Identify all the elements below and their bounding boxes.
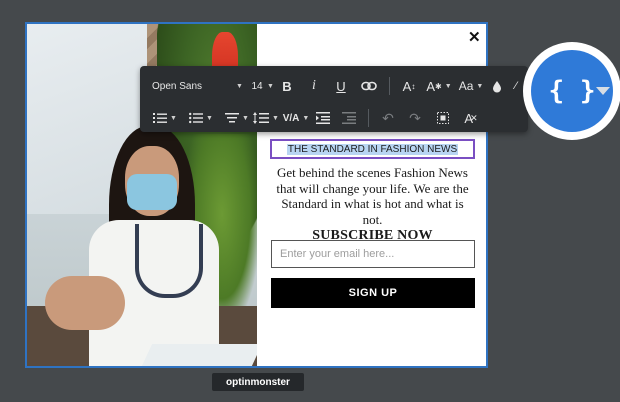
text-case-icon[interactable]: Aa ▼ bbox=[456, 75, 486, 97]
close-icon[interactable]: ✕ bbox=[468, 28, 481, 46]
numbered-list-icon[interactable]: ▼ bbox=[152, 107, 178, 129]
underline-button[interactable]: U bbox=[331, 75, 351, 97]
text-color-icon[interactable] bbox=[488, 75, 506, 97]
bullet-list-icon[interactable]: ▼ bbox=[188, 107, 214, 129]
letter-spacing-select[interactable]: V/A ▼ bbox=[282, 107, 310, 129]
description-text: Get behind the scenes Fashion News that … bbox=[276, 165, 469, 227]
font-size-adjust-icon[interactable]: A ↕ bbox=[398, 75, 420, 97]
optinmonster-logo: optinmonster bbox=[212, 373, 304, 391]
font-family-caret-icon[interactable]: ▼ bbox=[236, 83, 243, 90]
text-effects-icon[interactable]: A ✱ ▼ bbox=[426, 75, 452, 97]
email-input[interactable] bbox=[271, 240, 475, 268]
redo-icon[interactable]: ↷ bbox=[404, 107, 426, 129]
bubble-dropdown-caret-icon[interactable] bbox=[596, 87, 610, 95]
line-height-icon[interactable]: ▼ bbox=[252, 107, 280, 129]
toolbar-divider bbox=[389, 77, 390, 95]
toolbar-divider bbox=[368, 109, 369, 127]
text-align-icon[interactable]: ▼ bbox=[224, 107, 250, 129]
headline-selection[interactable]: THE STANDARD IN FASHION NEWS bbox=[270, 139, 475, 159]
indent-icon[interactable] bbox=[312, 107, 334, 129]
popup-description[interactable]: Get behind the scenes Fashion News that … bbox=[270, 165, 475, 244]
undo-icon[interactable]: ↶ bbox=[377, 107, 399, 129]
italic-button[interactable]: i bbox=[304, 75, 324, 97]
headline-text[interactable]: THE STANDARD IN FASHION NEWS bbox=[286, 143, 459, 155]
clear-formatting-icon[interactable]: A ✕ bbox=[460, 107, 482, 129]
link-icon[interactable] bbox=[358, 75, 380, 97]
select-all-icon[interactable] bbox=[432, 107, 454, 129]
signup-button[interactable]: SIGN UP bbox=[271, 278, 475, 308]
outdent-icon[interactable] bbox=[338, 107, 360, 129]
text-format-toolbar: Open Sans ▼ 14 ▼ B i U A ↕ A ✱ ▼ Aa ▼ ⁄ ▼ ▼ … bbox=[140, 66, 528, 132]
font-family-select[interactable]: Open Sans bbox=[152, 75, 242, 97]
bold-button[interactable]: B bbox=[277, 75, 297, 97]
font-size-caret-icon[interactable]: ▼ bbox=[267, 83, 274, 90]
clear-color-icon[interactable]: ⁄ bbox=[508, 75, 524, 97]
